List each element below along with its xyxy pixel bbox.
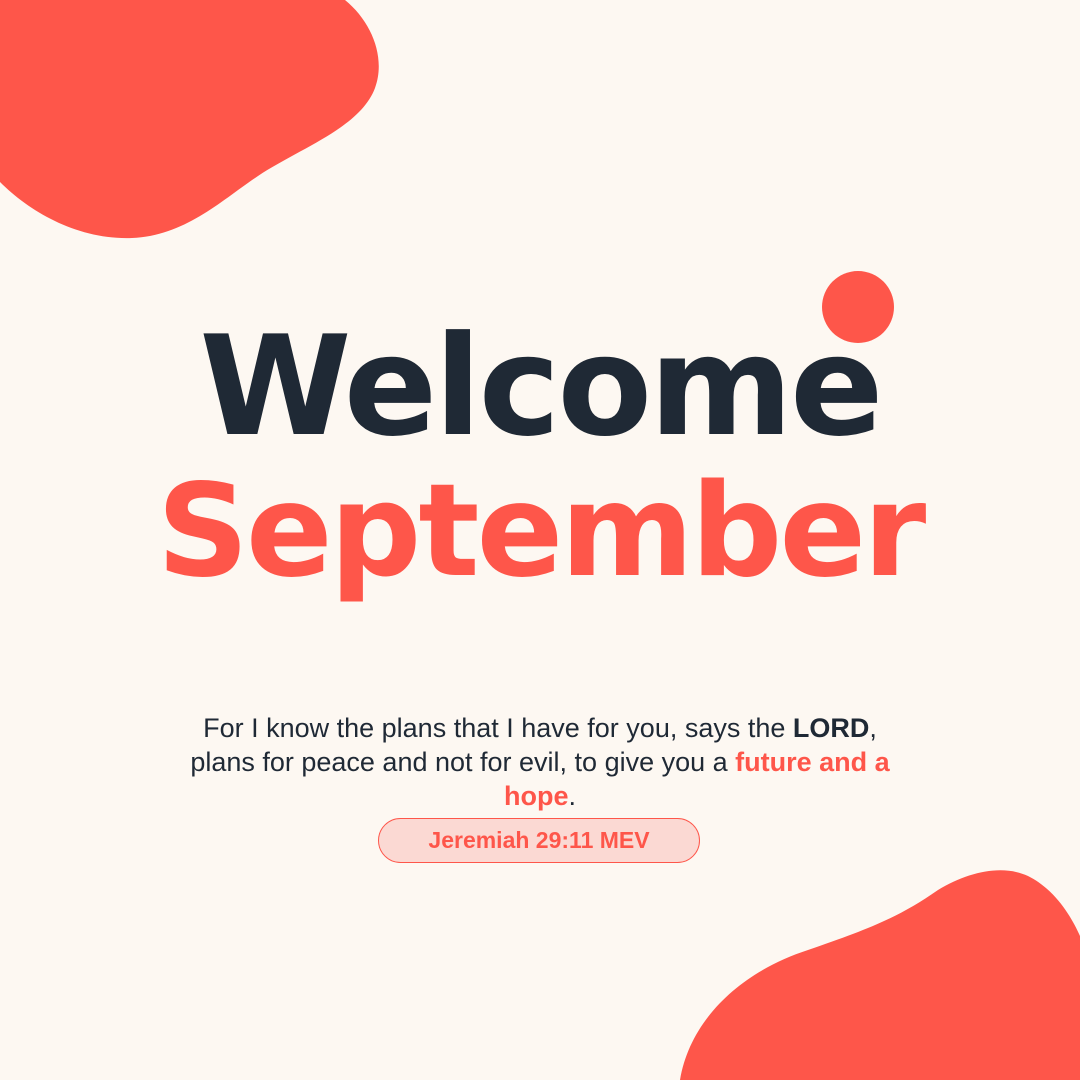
verse-lord: LORD (792, 713, 870, 743)
headline-welcome: Welcome (199, 306, 883, 467)
top-left-blob-path (0, 0, 379, 239)
bottom-right-blob-path (680, 870, 1080, 1080)
scripture-verse: For I know the plans that I have for you… (190, 711, 890, 813)
verse-reference-badge: Jeremiah 29:11 MEV (378, 818, 700, 863)
bottom-right-blob-shape (680, 870, 1080, 1080)
verse-text-part-3: . (568, 781, 576, 811)
headline-september: September (156, 457, 927, 606)
verse-text-part-1: For I know the plans that I have for you… (203, 713, 793, 743)
top-left-blob-shape (0, 0, 379, 239)
